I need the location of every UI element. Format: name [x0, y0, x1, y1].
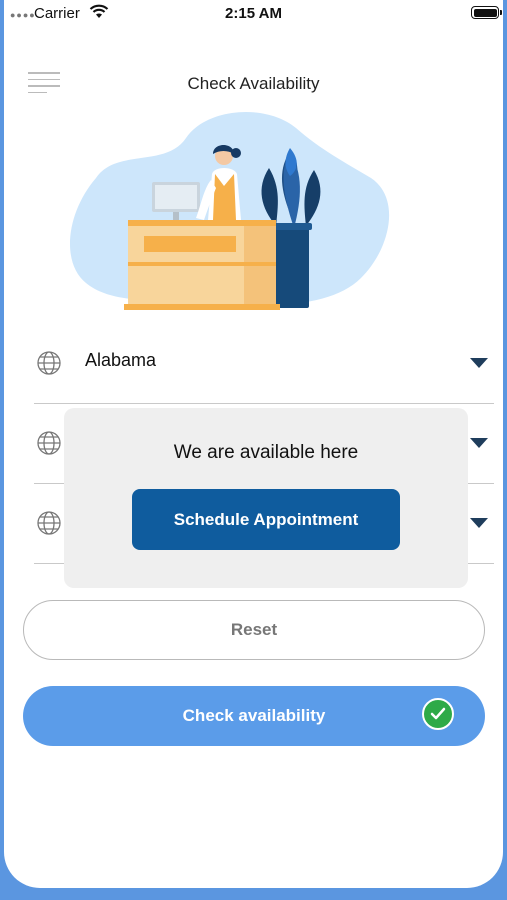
- availability-message: We are available here: [173, 442, 359, 463]
- status-bar: ●●●● Carrier 2:15 AM: [4, 0, 503, 28]
- page-title: Check Availability: [187, 74, 320, 93]
- state-dropdown[interactable]: Alabama: [34, 324, 494, 404]
- check-availability-button[interactable]: Check availability: [23, 686, 485, 746]
- globe-icon: [36, 350, 62, 381]
- availability-popup: We are available here Schedule Appointme…: [64, 408, 468, 588]
- globe-icon: [36, 510, 62, 541]
- reset-button[interactable]: Reset: [23, 600, 485, 660]
- battery-icon: [471, 6, 502, 19]
- reception-desk-illustration: [69, 111, 390, 310]
- schedule-appointment-button[interactable]: Schedule Appointment: [132, 489, 400, 550]
- reception-desk: [124, 220, 280, 310]
- globe-icon: [36, 430, 62, 461]
- chevron-down-icon: [470, 518, 488, 528]
- checkmark-icon: [422, 698, 454, 730]
- plant-pot: [275, 226, 309, 308]
- check-availability-label: Check availability: [182, 706, 326, 725]
- app-screen: ●●●● Carrier 2:15 AM Check Availability: [4, 0, 503, 888]
- dropdown-value: Alabama: [85, 350, 157, 370]
- chevron-down-icon: [470, 438, 488, 448]
- chevron-down-icon: [470, 358, 488, 368]
- clock: 2:15 AM: [225, 5, 282, 22]
